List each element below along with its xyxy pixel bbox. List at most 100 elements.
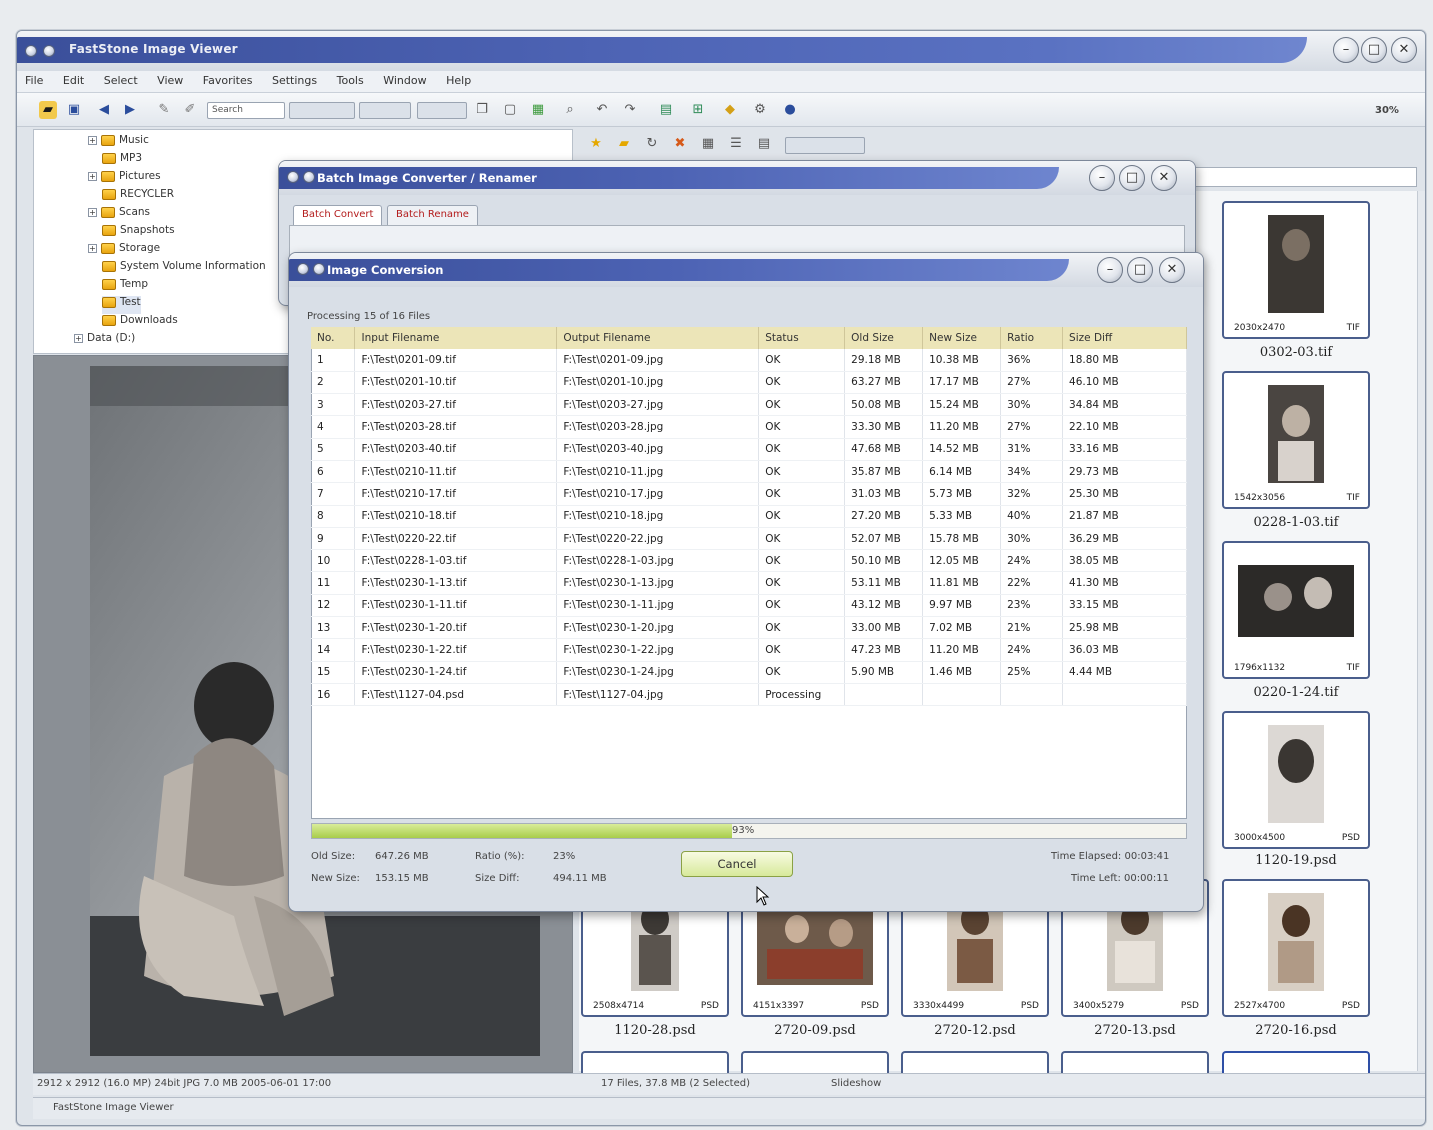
table-row[interactable]: 12 F:\Test\0230-1-11.tif F:\Test\0230-1-11… [311,594,1187,618]
window-circle-icon[interactable] [43,45,55,57]
folder-up-icon[interactable]: ▰ [615,135,633,153]
tree-item[interactable]: MP3 [102,152,142,170]
expand-icon[interactable]: + [88,135,97,145]
column-header[interactable]: No. [311,327,356,349]
crop-icon[interactable]: ⊞ [689,101,707,119]
tree-item[interactable]: System Volume Information [102,260,266,278]
fullscreen-icon[interactable]: ▢ [501,101,519,119]
column-header[interactable]: Old Size [844,327,924,349]
expand-icon[interactable]: + [74,333,83,343]
delete-icon[interactable]: ✖ [671,135,689,153]
details-view-icon[interactable]: ▤ [755,135,773,153]
star-icon[interactable]: ★ [587,135,605,153]
tab-batch-convert[interactable]: Batch Convert [293,205,383,225]
thumbnail[interactable]: 2527x4700 PSD [1222,879,1370,1017]
thumbnail-partial[interactable] [901,1051,1049,1075]
close-button[interactable]: ✕ [1159,257,1185,283]
menu-edit[interactable]: Edit [55,71,92,90]
table-row[interactable]: 15 F:\Test\0230-1-24.tif F:\Test\0230-1-24… [311,661,1187,684]
grid-view-icon[interactable]: ▦ [699,135,717,153]
filter-dropdown[interactable] [359,102,411,119]
thumbnail[interactable]: 1796x1132 TIF [1222,541,1370,679]
expand-icon[interactable]: + [88,243,97,253]
forward-icon[interactable]: ▶ [121,101,139,119]
tree-item[interactable]: + Scans [88,206,150,224]
pen-icon[interactable]: ✐ [181,101,199,119]
copy-icon[interactable]: ❐ [473,101,491,119]
tree-item[interactable]: Temp [102,278,148,296]
menu-settings[interactable]: Settings [264,71,325,90]
table-row[interactable]: 9 F:\Test\0220-22.tif F:\Test\0220-22.jpg O… [311,527,1187,551]
save-icon[interactable]: ▣ [65,101,83,119]
help-icon[interactable]: ● [781,101,799,119]
dialog-title-bar[interactable]: Batch Image Converter / Renamer – □ ✕ [279,161,1195,195]
column-header[interactable]: Size Diff [1062,327,1187,349]
expand-icon[interactable]: + [88,171,97,181]
back-icon[interactable]: ◀ [95,101,113,119]
column-header[interactable]: Output Filename [556,327,760,349]
close-button[interactable]: ✕ [1151,165,1177,191]
thumb-size-dropdown[interactable] [785,137,865,154]
menu-window[interactable]: Window [375,71,434,90]
tree-item[interactable]: RECYCLER [102,188,174,206]
edit-icon[interactable]: ✎ [155,101,173,119]
table-row[interactable]: 10 F:\Test\0228-1-03.tif F:\Test\0228-1-03… [311,549,1187,573]
rotate-right-icon[interactable]: ↷ [621,101,639,119]
table-row[interactable]: 4 F:\Test\0203-28.tif F:\Test\0203-28.jpg O… [311,415,1187,439]
sort-dropdown[interactable] [289,102,355,119]
window-circle-icon[interactable] [25,45,37,57]
title-bar[interactable]: FastStone Image Viewer – □ ✕ [17,31,1425,71]
table-row[interactable]: 6 F:\Test\0210-11.tif F:\Test\0210-11.jpg O… [311,460,1187,484]
menu-select[interactable]: Select [96,71,146,90]
cancel-button[interactable]: Cancel [681,851,793,877]
tree-item[interactable]: + Data (D:) [74,332,135,350]
table-row[interactable]: 13 F:\Test\0230-1-20.tif F:\Test\0230-1-20… [311,616,1187,640]
thumbnail-partial[interactable] [581,1051,729,1075]
resize-icon[interactable]: ▤ [657,101,675,119]
maximize-button[interactable]: □ [1361,37,1387,63]
window-circle-icon[interactable] [287,171,299,183]
path-bar[interactable] [1187,167,1417,187]
thumbnail-partial[interactable] [1061,1051,1209,1075]
minimize-button[interactable]: – [1089,165,1115,191]
zoom-icon[interactable]: ⌕ [561,101,579,119]
thumbnail[interactable]: 3000x4500 PSD [1222,711,1370,849]
thumbnail[interactable]: 2030x2470 TIF [1222,201,1370,339]
minimize-button[interactable]: – [1333,37,1359,63]
refresh-icon[interactable]: ↻ [643,135,661,153]
rotate-left-icon[interactable]: ↶ [593,101,611,119]
slideshow-icon[interactable]: ▦ [529,101,547,119]
tree-item[interactable]: + Pictures [88,170,161,188]
search-field[interactable]: Search [207,102,285,119]
tab-batch-rename[interactable]: Batch Rename [387,205,478,225]
column-header[interactable]: Status [758,327,846,349]
maximize-button[interactable]: □ [1127,257,1153,283]
maximize-button[interactable]: □ [1119,165,1145,191]
close-button[interactable]: ✕ [1391,37,1417,63]
window-circle-icon[interactable] [297,263,309,275]
menu-file[interactable]: File [17,71,51,90]
menu-view[interactable]: View [149,71,191,90]
column-header[interactable]: Input Filename [354,327,558,349]
table-row[interactable]: 5 F:\Test\0203-40.tif F:\Test\0203-40.jpg O… [311,438,1187,461]
thumbnail-partial[interactable] [1222,1051,1370,1075]
table-row[interactable]: 1 F:\Test\0201-09.tif F:\Test\0201-09.jpg O… [311,349,1187,372]
thumbnail-partial[interactable] [741,1051,889,1075]
column-header[interactable]: Ratio [1000,327,1064,349]
dialog-title-bar[interactable]: Image Conversion – □ ✕ [289,253,1203,287]
table-row[interactable]: 3 F:\Test\0203-27.tif F:\Test\0203-27.jpg O… [311,393,1187,417]
list-view-icon[interactable]: ☰ [727,135,745,153]
table-row[interactable]: 7 F:\Test\0210-17.tif F:\Test\0210-17.jpg O… [311,482,1187,506]
menu-favorites[interactable]: Favorites [195,71,261,90]
tree-item[interactable]: + Music [88,134,149,152]
thumbnail-scrollbar[interactable] [1417,191,1425,1071]
view-dropdown[interactable] [417,102,467,119]
window-circle-icon[interactable] [313,263,325,275]
tree-item-selected[interactable]: Test [102,296,141,314]
table-row[interactable]: 14 F:\Test\0230-1-22.tif F:\Test\0230-1-22… [311,638,1187,662]
table-row[interactable]: 16 F:\Test\1127-04.psd F:\Test\1127-04.jpg… [311,683,1187,707]
thumbnail[interactable]: 1542x3056 TIF [1222,371,1370,509]
window-circle-icon[interactable] [303,171,315,183]
tree-item[interactable]: Downloads [102,314,178,332]
tag-icon[interactable]: ◆ [721,101,739,119]
